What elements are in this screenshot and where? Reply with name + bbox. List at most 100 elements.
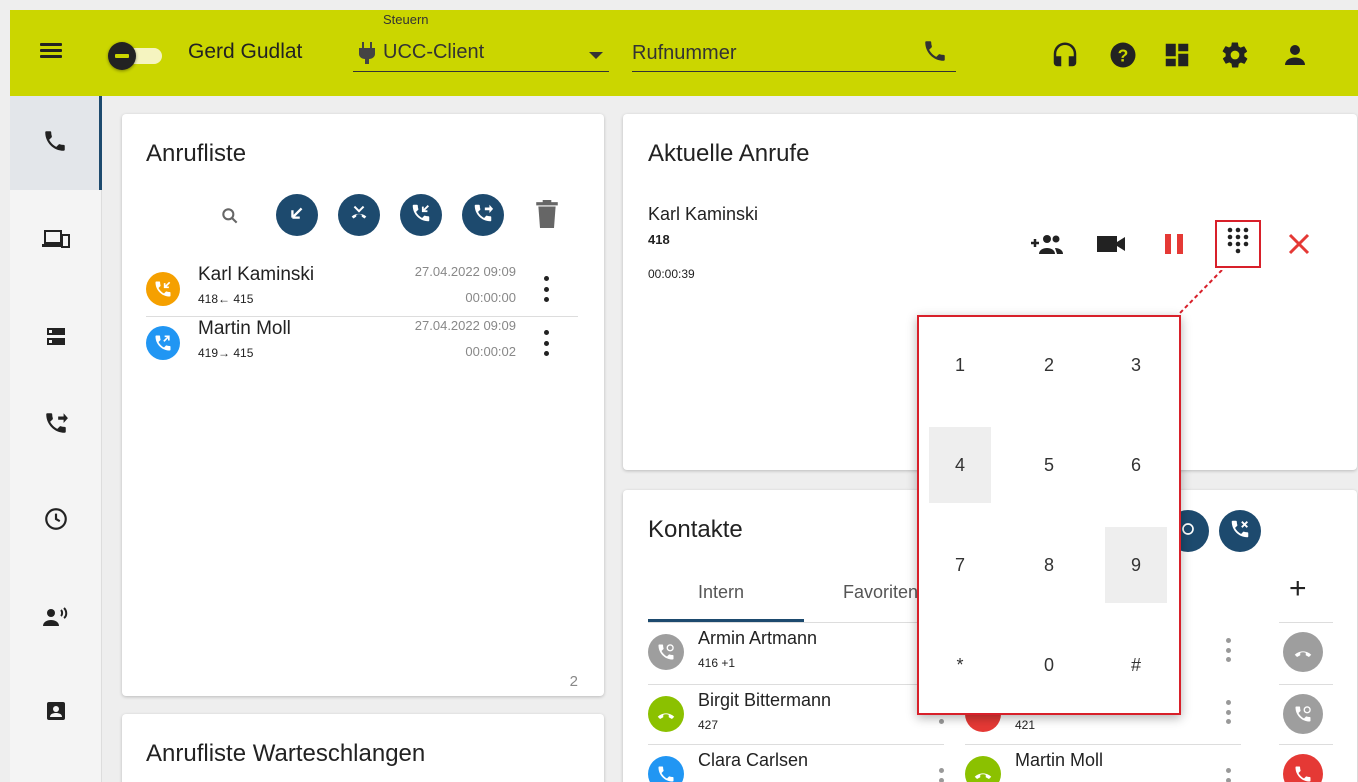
call-duration: 00:00:00 (465, 290, 516, 305)
nav-call-forward[interactable] (10, 378, 102, 472)
more-vert-icon[interactable] (544, 330, 552, 356)
filter-outgoing-button[interactable] (276, 194, 318, 236)
add-participant-icon[interactable] (1029, 230, 1065, 263)
more-vert-icon[interactable] (544, 276, 552, 302)
dial-key-3[interactable]: 3 (1105, 327, 1167, 403)
contact-name: Birgit Bittermann (698, 690, 832, 710)
contact-name: Clara Carlsen (698, 750, 809, 770)
dial-key-0[interactable]: 0 (1018, 627, 1080, 703)
video-icon[interactable] (1097, 232, 1127, 261)
status-call-red[interactable] (1283, 754, 1323, 782)
missed-call-icon (1229, 518, 1251, 545)
status-hangup-gray[interactable] (1283, 632, 1323, 672)
top-bar: Gerd Gudlat Steuern UCC-Client ? (10, 10, 1358, 96)
current-calls-title: Aktuelle Anrufe (648, 140, 810, 167)
dialpad-button[interactable] (1215, 220, 1261, 268)
chevron-down-icon[interactable] (589, 52, 603, 59)
filter-missed-button[interactable] (338, 194, 380, 236)
contact-number: 416 +1 (698, 656, 736, 670)
svg-text:?: ? (1118, 45, 1129, 65)
call-numbers: 419→ 415 (198, 346, 254, 360)
dial-key-9[interactable]: 9 (1105, 527, 1167, 603)
active-caller-number: 418 (648, 232, 670, 247)
dial-key-hash[interactable]: # (1105, 627, 1167, 703)
headset-icon[interactable] (1050, 40, 1080, 70)
divider (648, 744, 944, 745)
queue-list-title: Anrufliste Warteschlangen (146, 740, 426, 767)
search-icon[interactable] (220, 206, 240, 231)
nav-contacts[interactable] (10, 666, 102, 760)
nav-devices[interactable] (10, 194, 102, 288)
status-blocked-gray[interactable] (1283, 694, 1323, 734)
contact-name: Armin Artmann (698, 628, 818, 648)
tab-favoriten-label: Favoriten (843, 582, 919, 602)
voice-icon (42, 604, 70, 635)
more-vert-icon[interactable] (1226, 768, 1231, 782)
more-vert-icon[interactable] (1226, 638, 1231, 662)
control-label: Steuern (383, 12, 429, 27)
incoming-call-icon (410, 202, 432, 229)
call-date: 27.04.2022 09:09 (414, 264, 516, 279)
contact-row[interactable]: Clara Carlsen (648, 746, 944, 782)
dial-key-8[interactable]: 8 (1018, 527, 1080, 603)
phone-number-input[interactable] (632, 38, 902, 68)
contact-row[interactable]: Martin Moll (965, 746, 1241, 782)
contacts-title: Kontakte (648, 516, 743, 543)
contact-row[interactable]: Armin Artmann 416 +1 (648, 624, 944, 680)
nav-phone[interactable] (10, 96, 102, 190)
incoming-call-avatar (146, 272, 180, 306)
dial-key-2[interactable]: 2 (1018, 327, 1080, 403)
tab-intern-label: Intern (698, 582, 745, 602)
outgoing-call-avatar (146, 326, 180, 360)
dial-key-6[interactable]: 6 (1105, 427, 1167, 503)
dial-key-star[interactable]: * (929, 627, 991, 703)
dial-key-4[interactable]: 4 (929, 427, 991, 503)
call-forward-icon (43, 410, 69, 441)
side-navigation (10, 96, 102, 782)
phone-number-field[interactable] (632, 36, 956, 72)
call-list-card: Anrufliste Karl Kaminski 418← 415 27.04.… (122, 114, 604, 696)
client-select[interactable]: UCC-Client (353, 36, 609, 72)
status-toggle[interactable] (108, 42, 164, 70)
settings-icon[interactable] (1220, 40, 1250, 70)
call-list-row[interactable]: Martin Moll 419→ 415 27.04.2022 09:09 00… (146, 316, 586, 368)
queue-list-card: Anrufliste Warteschlangen (122, 714, 604, 782)
devices-icon (42, 227, 70, 256)
contact-row[interactable]: Birgit Bittermann 427 (648, 686, 944, 742)
dialpad-icon (1226, 226, 1250, 263)
contact-status-avatar (648, 634, 684, 670)
dashboard-icon[interactable] (1162, 40, 1192, 70)
dialpad-popup: 1 2 3 4 5 6 7 8 9 * 0 # (917, 315, 1181, 715)
hold-icon[interactable] (1163, 232, 1185, 261)
more-vert-icon[interactable] (939, 768, 944, 782)
nav-history[interactable] (10, 474, 102, 568)
filter-incoming-button[interactable] (400, 194, 442, 236)
dial-call-icon[interactable] (922, 38, 948, 69)
client-value: UCC-Client (383, 41, 485, 63)
contact-number: 427 (698, 718, 719, 732)
nav-voice[interactable] (10, 572, 102, 666)
phone-icon (42, 128, 68, 159)
tab-favoriten[interactable]: Favoriten (819, 566, 929, 622)
clock-icon (43, 506, 69, 537)
annotation-connector (1177, 270, 1223, 316)
delete-icon[interactable] (536, 200, 558, 233)
hangup-icon[interactable] (1287, 232, 1311, 261)
contacts-missed-button[interactable] (1219, 510, 1261, 552)
contact-status-avatar (648, 756, 684, 782)
user-icon[interactable] (1280, 40, 1310, 70)
call-count: 2 (569, 673, 578, 690)
dial-key-7[interactable]: 7 (929, 527, 991, 603)
outgoing-call-icon (286, 202, 308, 229)
more-vert-icon[interactable] (1226, 700, 1231, 724)
add-contact-button[interactable]: + (1289, 572, 1307, 606)
nav-server[interactable] (10, 292, 102, 386)
dial-key-5[interactable]: 5 (1018, 427, 1080, 503)
filter-forwarded-button[interactable] (462, 194, 504, 236)
menu-icon[interactable] (40, 40, 64, 64)
user-name: Gerd Gudlat (188, 40, 303, 63)
help-icon[interactable]: ? (1108, 40, 1138, 70)
tab-intern[interactable]: Intern (648, 566, 804, 622)
dial-key-1[interactable]: 1 (929, 327, 991, 403)
call-list-row[interactable]: Karl Kaminski 418← 415 27.04.2022 09:09 … (146, 262, 586, 314)
